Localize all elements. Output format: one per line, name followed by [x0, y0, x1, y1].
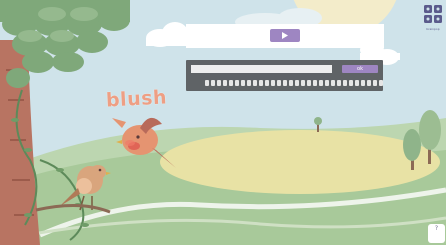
letter-key[interactable] — [367, 80, 371, 86]
letter-key[interactable] — [301, 80, 305, 86]
field-patch — [160, 130, 440, 194]
letter-key[interactable] — [223, 80, 227, 86]
letter-key[interactable] — [373, 80, 377, 86]
letter-key[interactable] — [349, 80, 353, 86]
letter-key[interactable] — [265, 80, 269, 86]
letter-key[interactable] — [319, 80, 323, 86]
vocab-word: blush — [105, 86, 168, 112]
letter-key[interactable] — [217, 80, 221, 86]
letter-key[interactable] — [229, 80, 233, 86]
play-button[interactable] — [270, 29, 300, 42]
answer-input[interactable] — [191, 65, 332, 73]
play-icon — [282, 32, 288, 39]
help-button[interactable]: ? — [428, 224, 445, 243]
letter-key[interactable] — [277, 80, 281, 86]
right-tree-crown — [403, 129, 421, 161]
letter-keys — [205, 80, 383, 87]
grid-logo-icon — [424, 5, 442, 23]
letter-key[interactable] — [205, 80, 209, 86]
letter-key[interactable] — [283, 80, 287, 86]
game-stage: blush ok brainpop ? — [0, 0, 446, 245]
letter-key[interactable] — [337, 80, 341, 86]
letter-key[interactable] — [379, 80, 383, 86]
letter-key[interactable] — [247, 80, 251, 86]
letter-key[interactable] — [313, 80, 317, 86]
letter-key[interactable] — [361, 80, 365, 86]
far-tree-crown — [314, 117, 322, 125]
ok-button[interactable]: ok — [342, 65, 378, 73]
letter-key[interactable] — [271, 80, 275, 86]
letter-key[interactable] — [355, 80, 359, 86]
letter-key[interactable] — [325, 80, 329, 86]
letter-key[interactable] — [253, 80, 257, 86]
letter-key[interactable] — [235, 80, 239, 86]
right-tree-crown-2 — [419, 110, 441, 150]
letter-key[interactable] — [295, 80, 299, 86]
letter-key[interactable] — [331, 80, 335, 86]
letter-key[interactable] — [343, 80, 347, 86]
letter-key[interactable] — [241, 80, 245, 86]
logo-text: brainpop — [426, 27, 440, 31]
letter-key[interactable] — [289, 80, 293, 86]
letter-key[interactable] — [307, 80, 311, 86]
letter-key[interactable] — [259, 80, 263, 86]
letter-key[interactable] — [211, 80, 215, 86]
